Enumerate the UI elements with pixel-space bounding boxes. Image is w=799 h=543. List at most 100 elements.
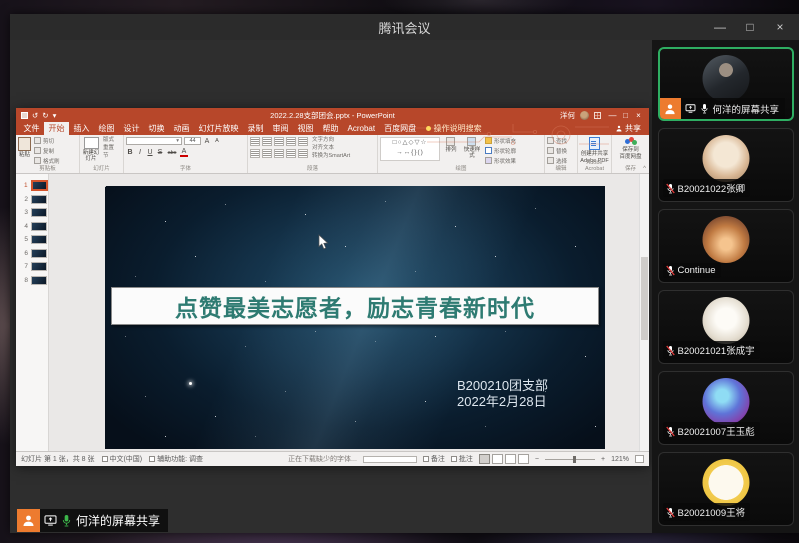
participant-tile[interactable]: B20021022张卿	[658, 128, 794, 202]
bullets-icon[interactable]	[250, 137, 260, 146]
ppt-share-button[interactable]: 共享	[608, 122, 649, 135]
normal-view-button[interactable]	[479, 454, 490, 464]
notes-button[interactable]: 备注	[423, 454, 445, 464]
ppt-tab-file[interactable]: 文件	[19, 122, 44, 135]
slide-thumbnail-3[interactable]: 3	[16, 206, 48, 220]
ppt-restore-button[interactable]: □	[619, 111, 632, 120]
participant-tile-sharing[interactable]: 何洋的屏幕共享	[658, 47, 794, 121]
line-spacing-icon[interactable]	[298, 137, 308, 146]
language-status[interactable]: 中文(中国)	[102, 454, 143, 464]
ppt-tab-slideshow[interactable]: 幻灯片放映	[194, 122, 243, 135]
slide-thumbnail-6[interactable]: 6	[16, 247, 48, 261]
justify-icon[interactable]	[286, 149, 296, 158]
indent-increase-icon[interactable]	[286, 137, 296, 146]
ppt-tab-home[interactable]: 开始	[44, 122, 69, 135]
ppt-tab-help[interactable]: 帮助	[318, 122, 343, 135]
new-slide-button[interactable]: 新建幻灯片	[82, 137, 100, 162]
undo-icon[interactable]: ↺	[32, 111, 38, 120]
font-color-button[interactable]: A	[180, 148, 188, 157]
qat-customize-icon[interactable]: ▾	[53, 111, 57, 120]
canvas-scrollbar[interactable]	[639, 174, 649, 451]
ppt-minimize-button[interactable]: —	[606, 111, 619, 120]
numbering-icon[interactable]	[262, 137, 272, 146]
accessibility-status[interactable]: 辅助功能: 调查	[149, 454, 203, 464]
text-direction-button[interactable]: 文字方向	[312, 137, 350, 144]
ppt-tab-draw[interactable]: 绘图	[94, 122, 119, 135]
slide-thumbnail-8[interactable]: 8	[16, 274, 48, 288]
ppt-tab-view[interactable]: 视图	[293, 122, 318, 135]
slideshow-view-button[interactable]	[518, 454, 529, 464]
paste-button[interactable]: 粘贴	[18, 137, 31, 166]
font-name-select[interactable]: ▾	[126, 137, 182, 145]
redo-icon[interactable]: ↻	[42, 111, 48, 120]
slide-thumbnail-7[interactable]: 7	[16, 260, 48, 274]
arrange-button[interactable]: 排列	[443, 137, 459, 166]
participant-tile[interactable]: B20021009王将	[658, 452, 794, 526]
copy-button[interactable]: 复制	[34, 147, 60, 156]
columns-icon[interactable]	[298, 149, 308, 158]
font-size-select[interactable]: 44	[184, 137, 201, 145]
strikethrough-button[interactable]: S	[156, 149, 164, 156]
align-text-button[interactable]: 对齐文本	[312, 145, 350, 152]
fit-to-window-button[interactable]	[635, 455, 644, 463]
shrink-font-icon[interactable]: A	[213, 138, 221, 144]
reset-button[interactable]: 重置	[103, 145, 114, 152]
ppt-tab-record[interactable]: 录制	[243, 122, 268, 135]
section-button[interactable]: 节	[103, 153, 114, 160]
shapes-gallery[interactable]: □○△◇▽☆ →↔{}()	[380, 137, 440, 161]
align-left-icon[interactable]	[250, 149, 260, 158]
ppt-tab-baidu-netdisk[interactable]: 百度网盘	[380, 122, 421, 135]
zoom-out-button[interactable]: −	[535, 456, 539, 463]
save-icon[interactable]	[21, 112, 28, 119]
close-button[interactable]: ×	[765, 14, 795, 40]
underline-button[interactable]: U	[146, 149, 154, 156]
find-button[interactable]: 查找	[547, 137, 575, 146]
account-name[interactable]: 洋何	[560, 110, 575, 121]
participant-tile[interactable]: B20021021张成宇	[658, 290, 794, 364]
slide-thumbnail-1[interactable]: 1	[16, 179, 48, 193]
cut-button[interactable]: 剪切	[34, 137, 60, 146]
ppt-tab-insert[interactable]: 插入	[69, 122, 94, 135]
collapse-ribbon-icon[interactable]: ^	[643, 166, 646, 172]
slide-thumbnail-2[interactable]: 2	[16, 193, 48, 207]
participant-tile[interactable]: B20021007王玉彪	[658, 371, 794, 445]
italic-button[interactable]: I	[136, 149, 144, 156]
slide-thumbnail-5[interactable]: 5	[16, 233, 48, 247]
indent-decrease-icon[interactable]	[274, 137, 284, 146]
reading-view-button[interactable]	[505, 454, 516, 464]
ppt-tab-acrobat[interactable]: Acrobat	[343, 122, 380, 135]
convert-smartart-button[interactable]: 转换为SmartArt	[312, 153, 350, 160]
quick-styles-button[interactable]: 快速样式	[462, 137, 482, 166]
slide-thumbnail-4[interactable]: 4	[16, 220, 48, 234]
zoom-in-button[interactable]: +	[601, 456, 605, 463]
zoom-slider[interactable]	[545, 459, 595, 460]
ppt-tab-review[interactable]: 审阅	[268, 122, 293, 135]
align-center-icon[interactable]	[262, 149, 272, 158]
comments-icon	[451, 456, 457, 462]
minimize-button[interactable]: —	[705, 14, 735, 40]
shape-outline-button[interactable]: 形状轮廓	[485, 147, 516, 156]
participant-tile[interactable]: Continue	[658, 209, 794, 283]
comments-button[interactable]: 批注	[451, 454, 473, 464]
zoom-slider-thumb[interactable]	[573, 456, 576, 463]
layout-button[interactable]: 版式	[103, 137, 114, 144]
zoom-percent-label[interactable]: 121%	[611, 456, 629, 463]
meeting-body: ↺ ↻ ▾ 2022.2.28支部团会.pptx - PowerPoint 洋何…	[10, 40, 799, 533]
replace-button[interactable]: 替换	[547, 147, 575, 156]
save-to-netdisk-button[interactable]: 保存到 百度网盘	[614, 137, 647, 160]
tell-me-search[interactable]: 操作说明搜索	[421, 122, 487, 135]
new-slide-icon	[84, 137, 99, 149]
account-avatar[interactable]	[580, 111, 589, 120]
ppt-tab-transitions[interactable]: 切换	[144, 122, 169, 135]
grow-font-icon[interactable]: A	[203, 138, 211, 145]
maximize-button[interactable]: □	[735, 14, 765, 40]
bold-button[interactable]: B	[126, 149, 134, 156]
align-right-icon[interactable]	[274, 149, 284, 158]
ribbon-display-options-icon[interactable]	[594, 112, 601, 119]
clear-format-icon[interactable]: abc	[166, 150, 178, 156]
ppt-tab-design[interactable]: 设计	[119, 122, 144, 135]
ppt-tab-animations[interactable]: 动画	[169, 122, 194, 135]
shape-fill-button[interactable]: 形状填充	[485, 137, 516, 146]
ppt-close-button[interactable]: ×	[632, 111, 645, 120]
slide-sorter-view-button[interactable]	[492, 454, 503, 464]
